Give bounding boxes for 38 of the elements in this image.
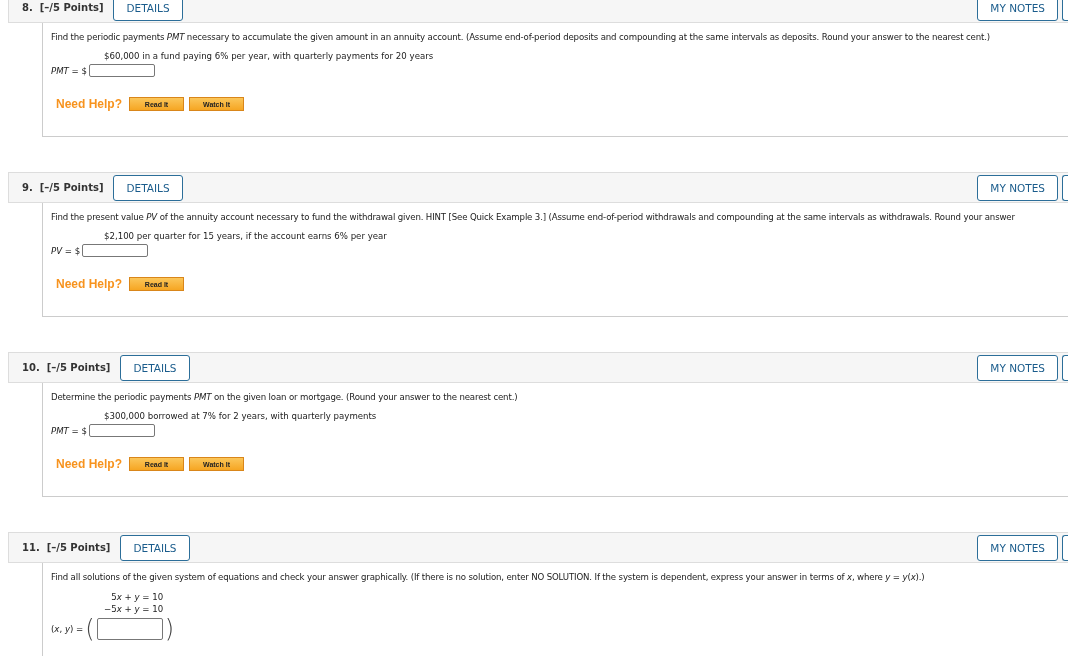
answer-label: PMT = $	[51, 65, 87, 76]
my-notes-button[interactable]: MY NOTES	[977, 0, 1058, 21]
partial-button[interactable]	[1062, 354, 1068, 381]
my-notes-button[interactable]: MY NOTES	[977, 354, 1058, 381]
close-paren: )	[164, 618, 175, 640]
answer-field[interactable]	[89, 424, 155, 437]
details-button[interactable]: DETAILS	[120, 534, 190, 561]
my-notes-button[interactable]: MY NOTES	[977, 534, 1058, 561]
question-points: 8. [–/5 Points]	[22, 2, 104, 13]
given-values: $60,000 in a fund paying 6% per year, with quarterly payments for 20 years	[104, 51, 435, 61]
equation: −5x + y = 10	[104, 603, 164, 615]
open-paren: (	[85, 618, 95, 640]
given-values: $2,100 per quarter for 15 years, if the account earns 6% per year	[104, 231, 388, 241]
answer-label: PMT = $	[51, 425, 87, 436]
equation: 5x + y = 10	[111, 591, 164, 603]
partial-button[interactable]	[1062, 534, 1068, 561]
question-points: 9. [–/5 Points]	[22, 182, 104, 193]
given-values: $300,000 borrowed at 7% for 2 years, with quarterly payments	[104, 411, 378, 421]
answer-field[interactable]	[96, 618, 163, 640]
answer-field[interactable]	[89, 64, 155, 77]
partial-button[interactable]	[1062, 174, 1068, 201]
my-notes-button[interactable]: MY NOTES	[977, 174, 1058, 201]
details-button[interactable]: DETAILS	[120, 354, 190, 381]
question-prompt: Find the present value PV of the annuity account necessary to fund the withdrawal given. HINT [See Quick Example 3.] (Assume end-of-period withdrawals and compounding at the same intervals as withdrawals. Round your answer	[51, 212, 1016, 222]
details-button[interactable]: DETAILS	[113, 174, 183, 201]
answer-label: (x, y) =	[51, 624, 84, 634]
question-prompt: Find the periodic payments PMT necessary to accumulate the given amount in an annuity account. (Assume end-of-period deposits and compounding at the same intervals as deposits. Round your answer to the nearest cent.)	[51, 32, 991, 42]
partial-button[interactable]	[1062, 0, 1068, 21]
need-help-label: Need Help?	[56, 277, 122, 291]
need-help-label: Need Help?	[56, 97, 122, 111]
answer-field[interactable]	[82, 244, 149, 257]
question-points: 10. [–/5 Points]	[22, 362, 111, 373]
need-help-label: Need Help?	[56, 457, 122, 471]
question-prompt: Find all solutions of the given system of equations and check your answer graphically. (If there is no solution, enter NO SOLUTION. If the system is dependent, express your answer in terms of x, where y = y(x).)	[51, 572, 926, 582]
details-button[interactable]: DETAILS	[113, 0, 183, 21]
question-points: 11. [–/5 Points]	[22, 542, 111, 553]
question-prompt: Determine the periodic payments PMT on the given loan or mortgage. (Round your answer to the nearest cent.)	[51, 392, 519, 402]
answer-label: PV = $	[51, 245, 81, 256]
